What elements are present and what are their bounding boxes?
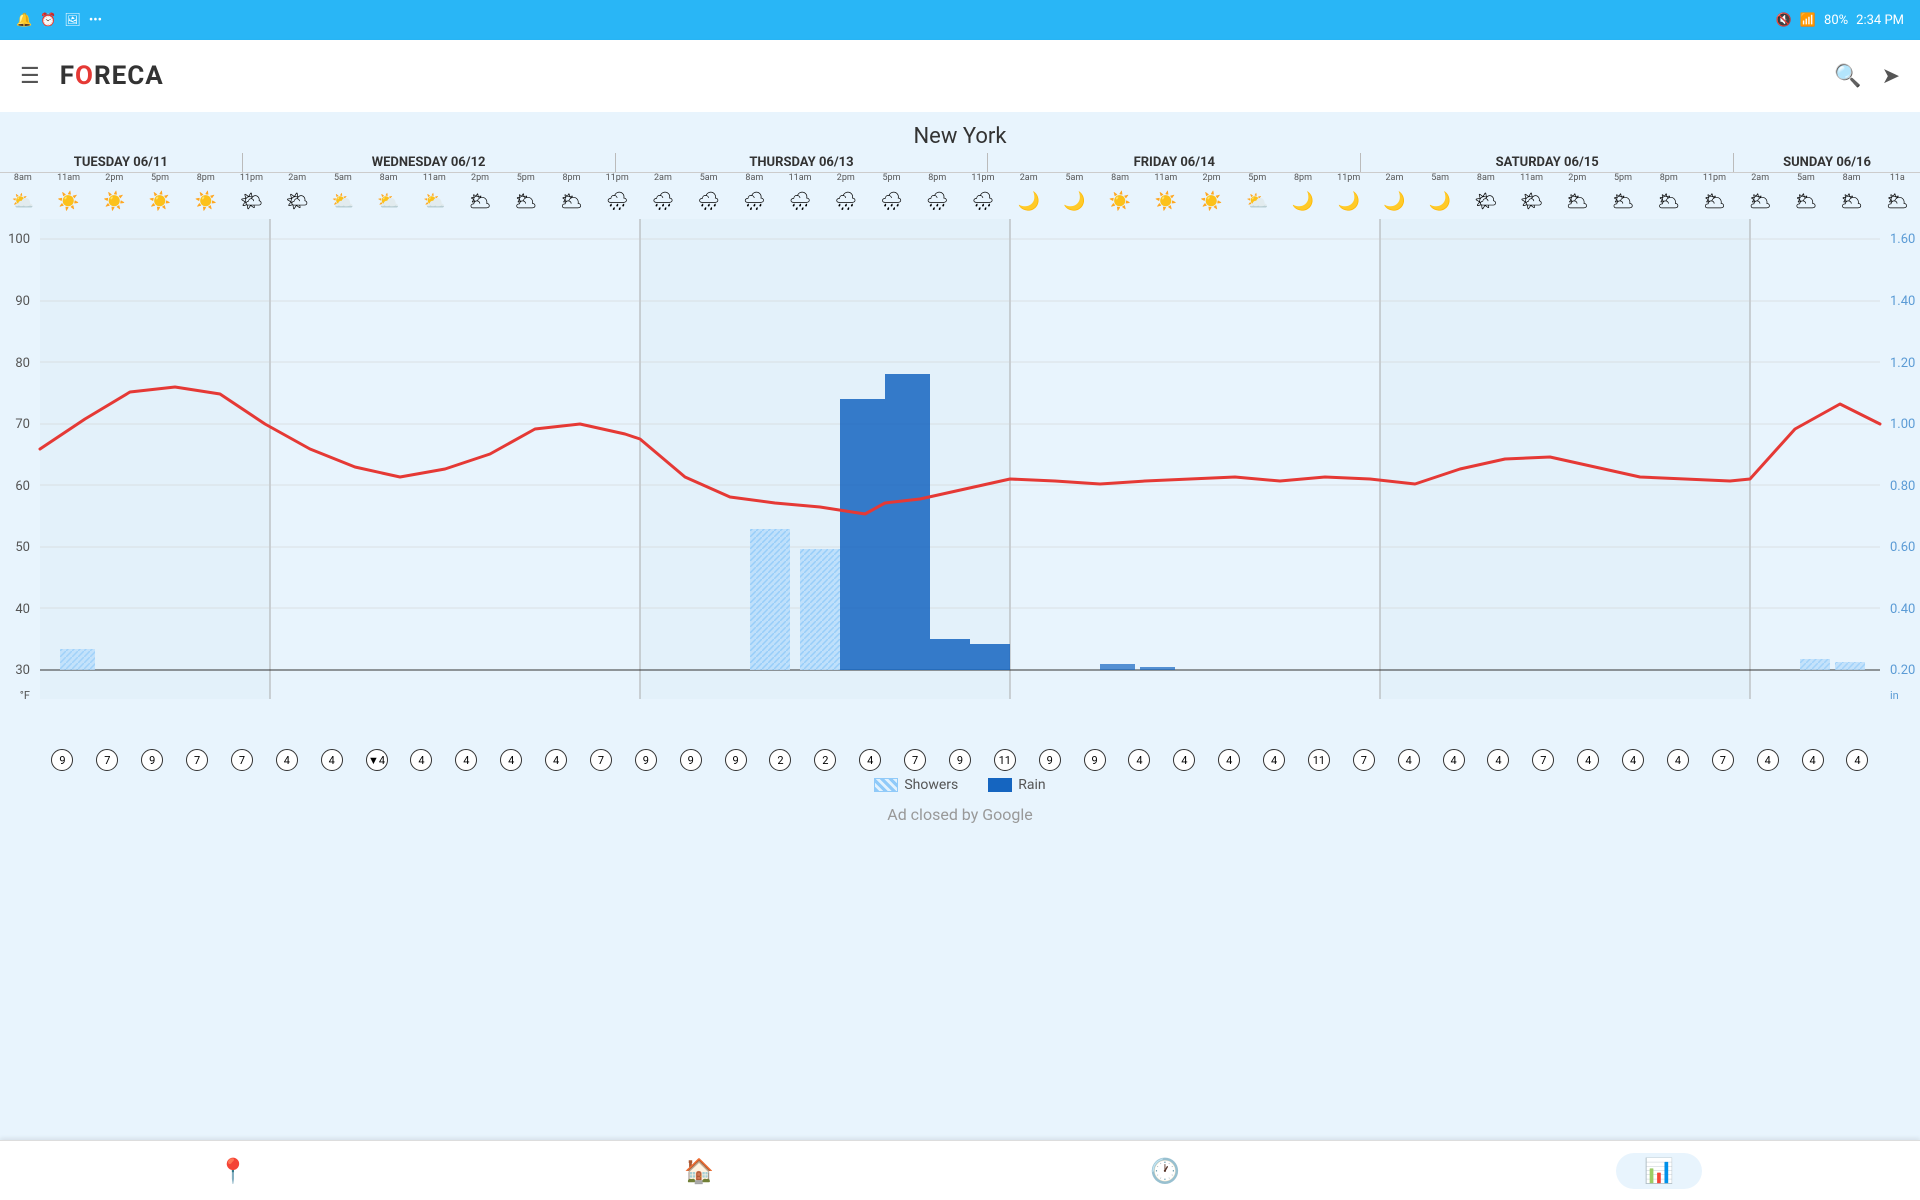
- svg-text:70: 70: [15, 417, 30, 432]
- svg-text:0.80: 0.80: [1890, 479, 1915, 494]
- ad-closed-notice: Ad closed by Google: [0, 799, 1920, 830]
- mute-icon: 🔇: [1776, 13, 1792, 28]
- chart-nav-icon: 📊: [1644, 1157, 1674, 1185]
- chart-legend: Showers Rain: [0, 771, 1920, 799]
- main-content: New York TUESDAY 06/11 WEDNESDAY 06/12 T…: [0, 112, 1920, 1140]
- day-saturday: SATURDAY 06/15: [1361, 153, 1734, 172]
- day-friday: FRIDAY 06/14: [988, 153, 1361, 172]
- legend-rain: Rain: [988, 777, 1045, 793]
- bottom-nav: 📍 🏠 🕐 📊: [0, 1140, 1920, 1200]
- status-bar-right: 🔇 📶 80% 2:34 PM: [1776, 13, 1904, 28]
- svg-text:0.40: 0.40: [1890, 602, 1915, 617]
- clock-nav-icon: 🕐: [1150, 1157, 1180, 1185]
- svg-text:100: 100: [8, 232, 30, 247]
- rain-icon: [988, 778, 1012, 792]
- day-tuesday: TUESDAY 06/11: [0, 153, 243, 172]
- app-bar-left: ☰ FORECA: [20, 61, 164, 91]
- search-button[interactable]: 🔍: [1834, 64, 1861, 89]
- rain-label: Rain: [1018, 777, 1045, 793]
- app-logo: FORECA: [60, 61, 164, 91]
- notification-icon: 🔔: [16, 13, 32, 28]
- showers-icon: [874, 778, 898, 792]
- clock-status-icon: ⏰: [40, 13, 56, 28]
- svg-text:1.00: 1.00: [1890, 417, 1915, 432]
- svg-text:1.60: 1.60: [1890, 232, 1915, 247]
- home-nav-icon: 🏠: [684, 1157, 714, 1185]
- weather-icons-row: ⛅ ☀️ ☀️ ☀️ ☀️ 🌤 🌤 ⛅ ⛅ ⛅ 🌥 🌥 🌥 🌧 🌧 🌧 🌧 🌧 …: [0, 183, 1920, 219]
- svg-text:in: in: [1890, 689, 1899, 702]
- nav-location[interactable]: 📍: [218, 1157, 248, 1185]
- menu-button[interactable]: ☰: [20, 64, 40, 89]
- svg-text:90: 90: [15, 294, 30, 309]
- nav-home[interactable]: 🏠: [684, 1157, 714, 1185]
- showers-label: Showers: [904, 777, 958, 793]
- status-bar: 🔔 ⏰ 🖼 ••• 🔇 📶 80% 2:34 PM: [0, 0, 1920, 40]
- location-button[interactable]: ➤: [1882, 64, 1900, 89]
- svg-text:1.40: 1.40: [1890, 294, 1915, 309]
- svg-text:°F: °F: [20, 689, 30, 702]
- day-headers: TUESDAY 06/11 WEDNESDAY 06/12 THURSDAY 0…: [0, 153, 1920, 173]
- svg-text:40: 40: [15, 602, 30, 617]
- svg-text:1.20: 1.20: [1890, 356, 1915, 371]
- svg-text:30: 30: [15, 663, 30, 678]
- nav-history[interactable]: 🕐: [1150, 1157, 1180, 1185]
- svg-text:0.20: 0.20: [1890, 663, 1915, 678]
- nav-chart[interactable]: 📊: [1616, 1153, 1702, 1189]
- app-bar: ☰ FORECA 🔍 ➤: [0, 40, 1920, 112]
- time-labels: 8am 11am 2pm 5pm 8pm 11pm 2am 5am 8am 11…: [0, 173, 1920, 183]
- legend-showers: Showers: [874, 777, 958, 793]
- svg-text:60: 60: [15, 479, 30, 494]
- city-title: New York: [0, 112, 1920, 153]
- app-bar-right: 🔍 ➤: [1834, 64, 1900, 89]
- more-status-icon: •••: [89, 13, 102, 28]
- battery-label: 80%: [1824, 13, 1848, 28]
- day-thursday: THURSDAY 06/13: [616, 153, 989, 172]
- photo-icon: 🖼: [64, 13, 81, 28]
- svg-text:50: 50: [15, 540, 30, 555]
- svg-text:0.60: 0.60: [1890, 540, 1915, 555]
- svg-text:80: 80: [15, 356, 30, 371]
- day-wednesday: WEDNESDAY 06/12: [243, 153, 616, 172]
- wifi-icon: 📶: [1800, 13, 1816, 28]
- status-bar-left: 🔔 ⏰ 🖼 •••: [16, 13, 102, 28]
- day-sunday: SUNDAY 06/16: [1734, 153, 1920, 172]
- location-nav-icon: 📍: [218, 1157, 248, 1185]
- time-label: 2:34 PM: [1856, 13, 1904, 28]
- weather-chart: 100 90 80 70 60 50 40 30 °F 1.60 1.40 1.…: [0, 219, 1920, 759]
